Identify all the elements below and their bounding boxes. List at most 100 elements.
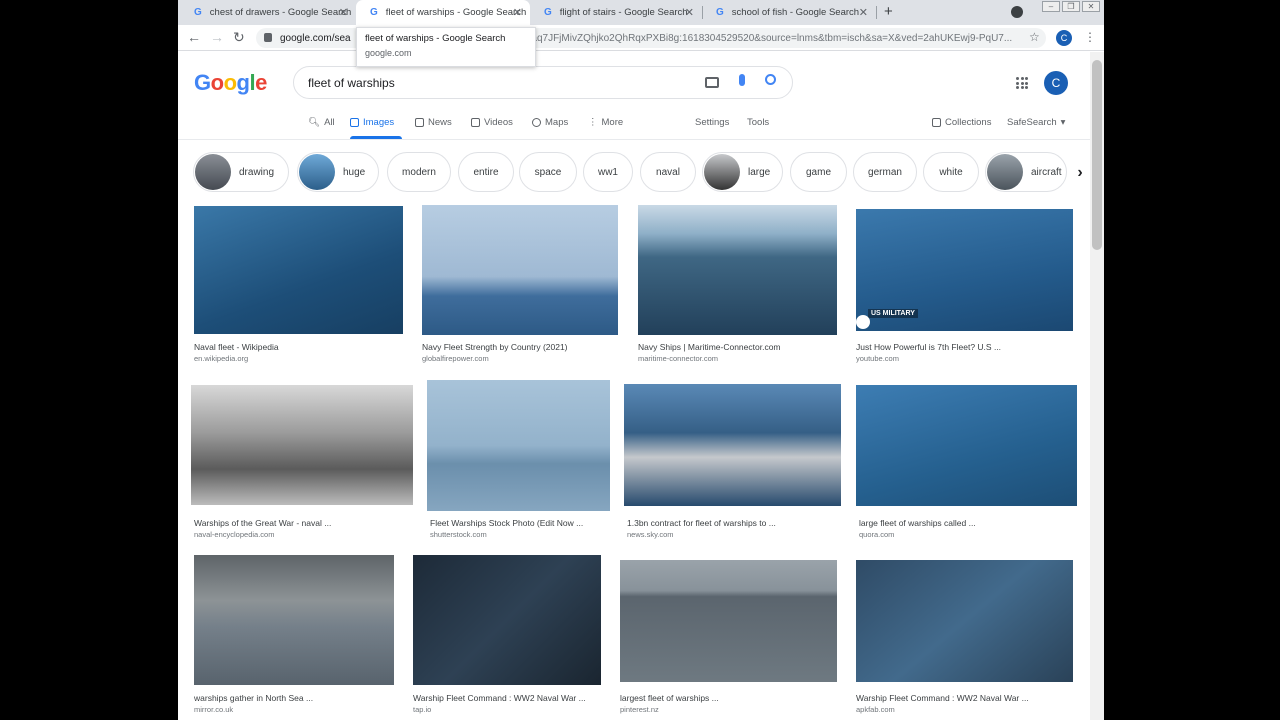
result-card[interactable]: Warship Fleet Command : WW2 Naval War ..…	[856, 560, 1073, 717]
result-card[interactable]: Naval fleet - Wikipedia en.wikipedia.org	[194, 206, 403, 366]
result-image[interactable]	[856, 560, 1073, 682]
result-title[interactable]: Naval fleet - Wikipedia	[194, 342, 279, 352]
chip-thumbnail	[195, 154, 231, 190]
result-source[interactable]: apkfab.com	[856, 705, 895, 714]
result-title[interactable]: Warship Fleet Command : WW2 Naval War ..…	[856, 693, 1029, 703]
close-tab-icon[interactable]: ✕	[859, 6, 868, 19]
result-card[interactable]: largest fleet of warships ... pinterest.…	[620, 560, 837, 717]
result-source[interactable]: quora.com	[859, 530, 894, 539]
result-image[interactable]	[620, 560, 837, 682]
url-host: google.com/sea	[280, 32, 351, 44]
result-title[interactable]: Navy Ships | Maritime-Connector.com	[638, 342, 781, 352]
tab-news[interactable]: News	[415, 117, 452, 128]
chip-modern[interactable]: modern	[387, 152, 451, 192]
result-source[interactable]: youtube.com	[856, 354, 899, 363]
settings-link[interactable]: Settings	[695, 117, 729, 128]
result-image[interactable]	[194, 555, 394, 685]
tab-images[interactable]: Images	[350, 117, 394, 128]
tab-all[interactable]: 🔍︎ All	[308, 117, 335, 128]
result-source[interactable]: naval-encyclopedia.com	[194, 530, 274, 539]
chip-white[interactable]: white	[923, 152, 979, 192]
result-title[interactable]: 1.3bn contract for fleet of warships to …	[627, 518, 776, 528]
result-image[interactable]: US MILITARY	[856, 209, 1073, 331]
result-source[interactable]: pinterest.nz	[620, 705, 659, 714]
result-card[interactable]: Navy Fleet Strength by Country (2021) gl…	[422, 205, 618, 365]
result-source[interactable]: globalfirepower.com	[422, 354, 489, 363]
tab-chest-of-drawers[interactable]: G chest of drawers - Google Search ✕	[180, 0, 356, 25]
chip-entire[interactable]: entire	[458, 152, 514, 192]
search-icon[interactable]	[765, 74, 776, 85]
browser-menu-icon[interactable]: ⋮	[1084, 30, 1096, 44]
tab-fleet-of-warships[interactable]: G fleet of warships - Google Search ✕	[356, 0, 530, 25]
new-tab-plus-icon[interactable]: +	[884, 3, 893, 20]
close-tab-icon[interactable]: ✕	[513, 6, 522, 19]
result-title[interactable]: Navy Fleet Strength by Country (2021)	[422, 342, 568, 352]
result-source[interactable]: news.sky.com	[627, 530, 674, 539]
chip-aircraft[interactable]: aircraft	[985, 152, 1067, 192]
result-source[interactable]: en.wikipedia.org	[194, 354, 248, 363]
minimize-icon[interactable]: –	[1042, 1, 1060, 12]
result-card[interactable]: Warships of the Great War - naval ... na…	[191, 385, 413, 541]
chip-naval[interactable]: naval	[640, 152, 696, 192]
browser-profile-avatar[interactable]: C	[1056, 30, 1072, 46]
chip-german[interactable]: german	[853, 152, 917, 192]
tab-more[interactable]: ⋮ More	[588, 117, 623, 128]
result-source[interactable]: tap.io	[413, 705, 431, 714]
reload-icon[interactable]: ↻	[233, 29, 245, 46]
result-title[interactable]: Warships of the Great War - naval ...	[194, 518, 331, 528]
result-image[interactable]	[191, 385, 413, 505]
bookmark-star-icon[interactable]: ☆	[1029, 30, 1040, 44]
forward-arrow-icon[interactable]: →	[210, 29, 224, 45]
result-card[interactable]: Warship Fleet Command : WW2 Naval War ..…	[413, 555, 601, 717]
back-arrow-icon[interactable]: ←	[187, 29, 201, 45]
restore-icon[interactable]: ❐	[1062, 1, 1080, 12]
collections-link[interactable]: Collections	[932, 117, 991, 128]
close-tab-icon[interactable]: ✕	[339, 6, 348, 19]
chip-space[interactable]: space	[519, 152, 577, 192]
result-card[interactable]: warships gather in North Sea ... mirror.…	[194, 555, 394, 717]
close-window-icon[interactable]: ✕	[1082, 1, 1100, 12]
result-image[interactable]	[856, 385, 1077, 506]
chip-game[interactable]: game	[790, 152, 847, 192]
tab-maps[interactable]: Maps	[532, 117, 568, 128]
tab-videos[interactable]: Videos	[471, 117, 513, 128]
scrollbar-thumb[interactable]	[1092, 60, 1102, 250]
result-title[interactable]: Fleet Warships Stock Photo (Edit Now ...	[430, 518, 583, 528]
chip-drawing[interactable]: drawing	[193, 152, 289, 192]
result-source[interactable]: shutterstock.com	[430, 530, 487, 539]
result-card[interactable]: Fleet Warships Stock Photo (Edit Now ...…	[427, 380, 610, 541]
google-logo[interactable]: Google	[194, 70, 267, 96]
result-source[interactable]: mirror.co.uk	[194, 705, 233, 714]
tab-school-of-fish[interactable]: G school of fish - Google Search ✕	[702, 0, 876, 25]
result-card[interactable]: Navy Ships | Maritime-Connector.com mari…	[638, 205, 837, 365]
result-title[interactable]: Warship Fleet Command : WW2 Naval War ..…	[413, 693, 586, 703]
result-title[interactable]: warships gather in North Sea ...	[194, 693, 313, 703]
result-card[interactable]: 1.3bn contract for fleet of warships to …	[624, 384, 841, 541]
chip-large[interactable]: large	[702, 152, 783, 192]
result-image[interactable]	[413, 555, 601, 685]
tab-search-icon[interactable]	[1011, 6, 1023, 18]
result-title[interactable]: largest fleet of warships ...	[620, 693, 719, 703]
camera-search-icon[interactable]	[705, 77, 719, 88]
page-scrollbar[interactable]	[1090, 52, 1104, 720]
result-title[interactable]: large fleet of warships called ...	[859, 518, 976, 528]
google-apps-icon[interactable]	[1016, 77, 1028, 89]
chip-huge[interactable]: huge	[297, 152, 379, 192]
result-image[interactable]	[638, 205, 837, 335]
tools-link[interactable]: Tools	[747, 117, 769, 128]
safesearch-dropdown[interactable]: SafeSearch ▾	[1007, 117, 1065, 128]
account-avatar[interactable]: C	[1044, 71, 1068, 95]
chip-ww1[interactable]: ww1	[583, 152, 633, 192]
microphone-icon[interactable]	[739, 74, 745, 86]
result-card[interactable]: large fleet of warships called ... quora…	[856, 385, 1077, 541]
tab-flight-of-stairs[interactable]: G flight of stairs - Google Search ✕	[530, 0, 702, 25]
result-image[interactable]	[194, 206, 403, 334]
close-tab-icon[interactable]: ✕	[685, 6, 694, 19]
result-image[interactable]	[427, 380, 610, 511]
result-source[interactable]: maritime-connector.com	[638, 354, 718, 363]
result-title[interactable]: Just How Powerful is 7th Fleet? U.S ...	[856, 342, 1001, 352]
result-image[interactable]	[422, 205, 618, 335]
chip-thumbnail	[299, 154, 335, 190]
result-image[interactable]	[624, 384, 841, 506]
result-card[interactable]: US MILITARY Just How Powerful is 7th Fle…	[856, 209, 1073, 365]
